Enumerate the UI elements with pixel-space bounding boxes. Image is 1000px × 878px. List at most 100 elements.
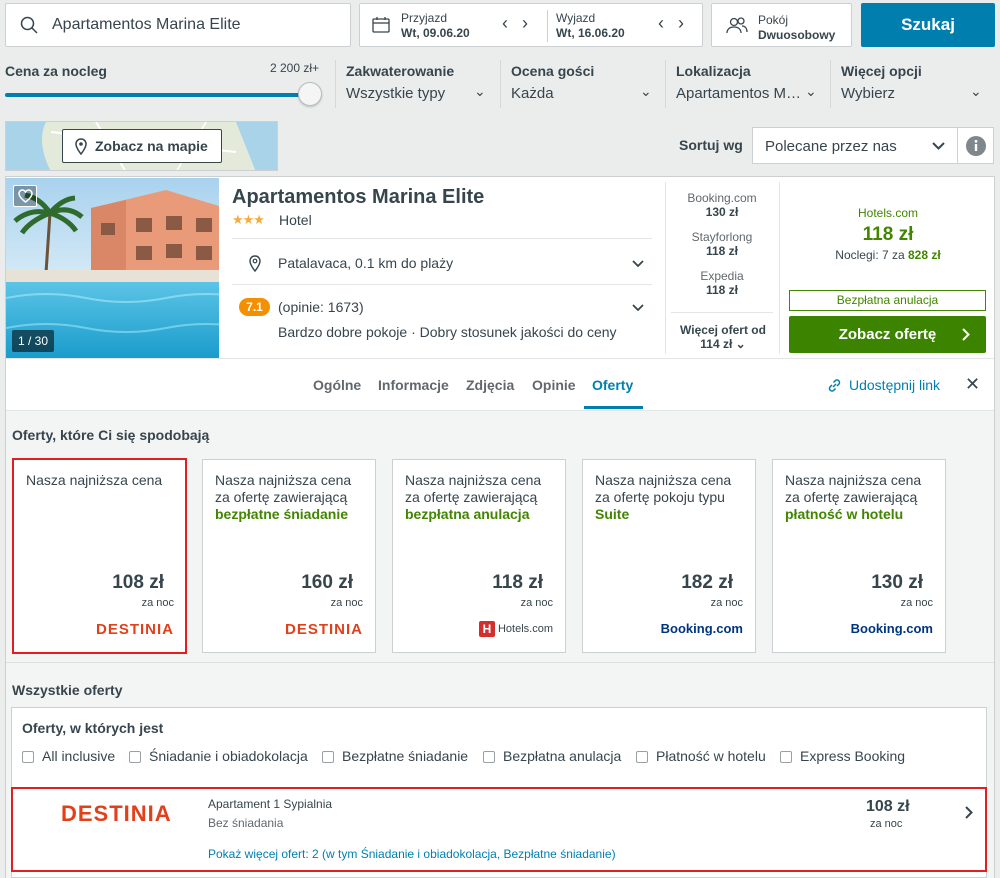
offer-row[interactable]: DESTINIA Apartament 1 Sypialnia Bez śnia… <box>11 787 987 872</box>
chevron-down-icon[interactable]: ⌄ <box>640 83 652 100</box>
hotel-location[interactable]: Patalavaca, 0.1 km do plaży <box>278 255 453 271</box>
checkbox-pay-at-hotel[interactable] <box>636 751 648 763</box>
offer-highlight: płatność w hotelu <box>785 506 904 522</box>
tab-info[interactable]: Informacje <box>378 377 449 393</box>
checkin-value[interactable]: Wt, 09.06.20 <box>401 26 470 40</box>
partner-price-stayforlong[interactable]: Stayforlong 118 zł <box>667 230 777 258</box>
more-offers-button[interactable]: Więcej ofert od 114 zł ⌄ <box>667 323 779 351</box>
checkbox-express-booking[interactable] <box>780 751 792 763</box>
chevron-right-icon <box>962 328 970 341</box>
chevron-down-icon[interactable]: ⌄ <box>474 83 486 100</box>
link-icon <box>828 379 841 392</box>
tab-overview[interactable]: Ogólne <box>313 377 361 393</box>
favorite-button[interactable] <box>13 185 37 207</box>
hotel-name[interactable]: Apartamentos Marina Elite <box>232 186 484 209</box>
partner-name: Booking.com <box>687 191 757 205</box>
checkbox-half-board[interactable] <box>129 751 141 763</box>
date-picker[interactable]: Przyjazd Wt, 09.06.20 ‹ › Wyjazd Wt, 16.… <box>359 3 703 47</box>
rating-filter-label: Ocena gości <box>511 63 595 79</box>
chevron-down-icon[interactable]: ⌄ <box>805 83 817 100</box>
checkout-next-icon[interactable]: › <box>678 13 684 34</box>
checkbox-all-inclusive[interactable] <box>22 751 34 763</box>
offer-card-cancellation[interactable]: Nasza najniższa cena za ofertę zawierają… <box>392 459 566 653</box>
rating-filter-value[interactable]: Każda <box>511 85 554 102</box>
chevron-down-icon[interactable]: ⌄ <box>970 83 982 100</box>
offer-text: Nasza najniższa cena za ofertę zawierają… <box>215 472 367 523</box>
partner-price-expedia[interactable]: Expedia 118 zł <box>667 269 777 297</box>
hotel-photo[interactable]: 1 / 30 <box>6 178 219 358</box>
checkout-prev-icon[interactable]: ‹ <box>658 13 664 34</box>
checkbox-free-breakfast[interactable] <box>322 751 334 763</box>
divider <box>671 312 773 313</box>
all-offers-title: Wszystkie oferty <box>12 682 123 698</box>
offer-price: 160 zł <box>301 572 353 593</box>
offer-card-breakfast[interactable]: Nasza najniższa cena za ofertę zawierają… <box>202 459 376 653</box>
accommodation-filter-value[interactable]: Wszystkie typy <box>346 85 445 102</box>
chevron-down-icon[interactable] <box>632 260 644 267</box>
tab-offers[interactable]: Oferty <box>592 377 633 393</box>
map-preview[interactable]: Zobacz na mapie <box>5 121 278 171</box>
offer-card-suite[interactable]: Nasza najniższa cena za ofertę pokoju ty… <box>582 459 756 653</box>
partner-price-booking[interactable]: Booking.com 130 zł <box>667 191 777 219</box>
more-offers-price: 114 zł <box>700 337 733 351</box>
info-icon <box>966 136 986 156</box>
partner-price: 130 zł <box>705 205 739 219</box>
filter-divider <box>500 60 501 108</box>
chevron-down-icon[interactable] <box>632 304 644 311</box>
offer-per-night: za noc <box>900 597 933 609</box>
more-options-label: Więcej opcji <box>841 63 922 79</box>
total-nights-price: Noclegi: 7 za 828 zł <box>790 248 986 262</box>
view-deal-button[interactable]: Zobacz ofertę <box>789 316 986 353</box>
destination-search-input[interactable]: Apartamentos Marina Elite <box>5 3 351 47</box>
offer-highlight: bezpłatna anulacja <box>405 506 530 522</box>
room-selector[interactable]: Pokój Dwuosobowy <box>711 3 852 47</box>
rating-count[interactable]: (opinie: 1673) <box>278 299 364 315</box>
checkin-prev-icon[interactable]: ‹ <box>502 13 508 34</box>
offer-price: 182 zł <box>681 572 733 593</box>
checkbox-label[interactable]: All inclusive <box>42 748 115 764</box>
divider <box>232 238 652 239</box>
close-icon[interactable]: ✕ <box>965 374 980 395</box>
checkbox-label[interactable]: Bezpłatna anulacja <box>503 748 621 764</box>
price-slider-track[interactable] <box>5 93 310 97</box>
checkbox-label[interactable]: Bezpłatne śniadanie <box>342 748 468 764</box>
checkbox-label[interactable]: Śniadanie i obiadokolacja <box>149 748 308 764</box>
checkout-value[interactable]: Wt, 16.06.20 <box>556 26 625 40</box>
offer-per-night: za noc <box>710 597 743 609</box>
more-offers-label: Więcej ofert od <box>680 323 766 337</box>
offer-filter-title: Oferty, w których jest <box>22 720 164 736</box>
share-link[interactable]: Udostępnij link <box>849 377 940 393</box>
offer-text: Nasza najniższa cena za ofertę zawierają… <box>405 472 557 523</box>
location-filter-value[interactable]: Apartamentos M… <box>676 85 801 102</box>
tab-photos[interactable]: Zdjęcia <box>466 377 514 393</box>
sort-info-button[interactable] <box>957 127 994 164</box>
price-slider-handle[interactable] <box>298 82 322 106</box>
checkbox-free-cancellation[interactable] <box>483 751 495 763</box>
divider <box>665 182 666 354</box>
more-options-value[interactable]: Wybierz <box>841 85 895 102</box>
offer-price: 130 zł <box>871 572 923 593</box>
view-map-button[interactable]: Zobacz na mapie <box>62 129 222 163</box>
location-filter-label: Lokalizacja <box>676 63 751 79</box>
nights-prefix: Noclegi: 7 za <box>835 248 908 262</box>
tab-reviews[interactable]: Opinie <box>532 377 576 393</box>
checkout-label: Wyjazd <box>556 11 596 25</box>
sort-select[interactable]: Polecane przez nas <box>752 127 958 164</box>
partner-name: Stayforlong <box>691 230 753 244</box>
destinia-logo: DESTINIA <box>284 621 363 638</box>
chevron-right-icon[interactable] <box>965 806 973 819</box>
offer-card-pay-at-hotel[interactable]: Nasza najniższa cena za ofertę zawierają… <box>772 459 946 653</box>
search-button[interactable]: Szukaj <box>861 3 995 47</box>
checkbox-label[interactable]: Płatność w hotelu <box>656 748 766 764</box>
hotel-stars: ★★★ <box>232 212 265 227</box>
rating-badge: 7.1 <box>239 298 270 316</box>
booking-com-logo: Booking.com <box>660 621 743 636</box>
row-price: 108 zł <box>866 798 910 815</box>
checkbox-label[interactable]: Express Booking <box>800 748 905 764</box>
view-map-label: Zobacz na mapie <box>95 138 208 154</box>
offer-highlight: Suite <box>595 506 630 522</box>
filter-bar: Cena za nocleg 2 200 zł+ Zakwaterowanie … <box>0 52 1000 116</box>
search-icon <box>20 16 38 34</box>
checkin-next-icon[interactable]: › <box>522 13 528 34</box>
more-offers-link[interactable]: Pokaż więcej ofert: 2 (w tym Śniadanie i… <box>208 847 616 861</box>
